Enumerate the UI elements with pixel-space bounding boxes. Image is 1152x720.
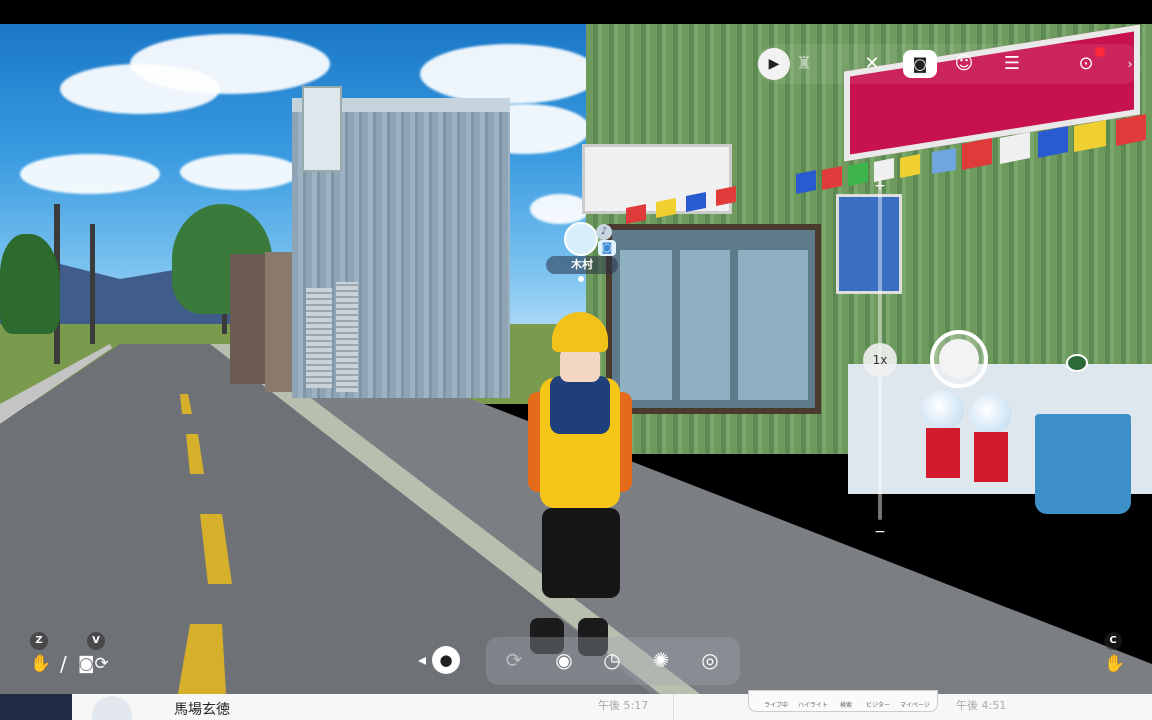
top-black-bar [0,0,1152,24]
zoom-out-icon[interactable]: − [871,523,889,541]
mic-icon: ♪ [596,224,612,240]
rooftop-sign [302,86,342,172]
game-viewport[interactable]: ♪ ◙ 木村 ▶ ♜ ✕ ◙ ☺ ☰ ⊙ › + − 1x Z ✋ / V ◙⟳… [0,0,1152,720]
smile-icon: ☺ [954,53,974,74]
record-indicator [1095,47,1105,57]
record-icon: ⊙ [1078,53,1094,74]
camera-small-icon: ◙ [598,240,616,256]
cloud [20,154,160,194]
timer-icon[interactable]: ◷ [598,646,626,674]
emote-button[interactable]: ☺ [948,48,980,80]
mute-button[interactable]: ✕ [856,48,888,80]
cloud [180,154,300,190]
shutter-button[interactable] [930,330,988,388]
map-marker-icon[interactable] [1066,354,1088,372]
player-name: 木村 [546,256,618,274]
settings-button[interactable]: ☰ [996,48,1028,80]
nameplate-pointer [578,276,584,282]
taskbar-dark-panel [0,694,72,720]
tab-live[interactable]: ライブ中 [764,700,788,709]
play-icon: ▶ [768,56,780,72]
crouch-icon[interactable]: ✋ [1104,654,1125,674]
key-z-hint: Z [30,632,48,650]
key-v-hint: V [87,632,105,650]
paint-button[interactable]: ♜ [788,48,820,80]
green-shop [582,24,1152,494]
portrait-icon[interactable]: ◉ [550,646,578,674]
zoom-level[interactable]: 1x [863,343,897,377]
video-icon: ◂ [418,650,427,669]
camera-switch-icon[interactable]: ◙⟳ [78,654,109,674]
message-time: 午後 4:51 [956,699,1007,712]
cloud [420,44,600,104]
tab-mypage[interactable]: マイページ [900,700,930,709]
sliders-icon: ☰ [1003,53,1021,74]
shortcut-separator: / [60,652,67,676]
paint-roller-icon: ♜ [795,53,813,74]
cloud [530,194,590,224]
utility-pole [90,224,95,344]
camera-button[interactable]: ◙ [903,50,937,78]
blue-bucket [1035,414,1131,514]
contact-name[interactable]: 馬場玄徳 [174,699,230,719]
key-c-hint: C [1104,632,1122,650]
player-nameplate[interactable]: ♪ ◙ 木村 [546,222,624,284]
play-button[interactable]: ▶ [758,48,790,80]
message-time: 午後 5:17 [598,699,649,712]
mic-off-icon: ✕ [864,53,880,74]
eye-icon[interactable]: ◎ [696,646,724,674]
expand-toolbar-button[interactable]: › [1122,48,1138,80]
tab-search[interactable]: 検索 [840,700,852,709]
player-avatar[interactable] [522,312,634,672]
zoom-in-icon[interactable]: + [871,177,889,195]
aperture-icon[interactable]: ✺ [647,646,675,674]
chevron-right-icon: › [1127,57,1133,71]
divider [673,694,674,720]
camera-icon: ◙ [912,55,928,73]
emote-hand-icon[interactable]: ✋ [30,654,51,674]
capsule-machine [970,394,1012,484]
tab-highlight[interactable]: ハイライト [798,700,828,709]
player-avatar-icon [564,222,598,256]
person-icon: ● [432,646,460,674]
cloud [130,34,330,94]
view-mode-toggle[interactable]: ◂ ● [416,644,462,676]
tab-visitor[interactable]: ビジター [866,700,890,709]
rotate-icon[interactable]: ⟳ [500,646,528,674]
tree [0,234,60,334]
capsule-machine [922,390,964,480]
